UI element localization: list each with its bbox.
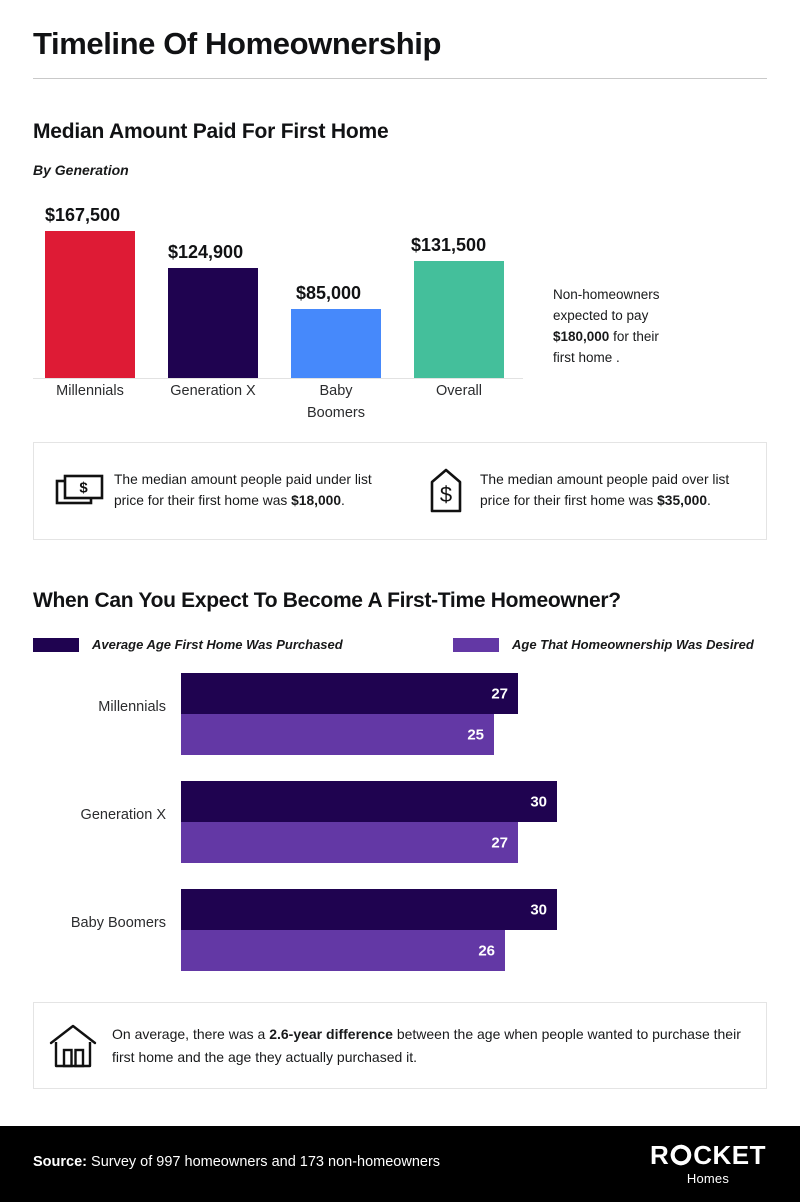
legend-swatch-desired bbox=[453, 637, 499, 652]
non-homeowners-note: Non-homeowners expected to pay $180,000 … bbox=[553, 285, 733, 369]
bar-baby-boomers bbox=[291, 309, 381, 378]
bar-value-millennials-purchased: 27 bbox=[491, 685, 508, 702]
note-line-2: expected to pay bbox=[553, 307, 649, 323]
svg-text:$: $ bbox=[440, 482, 452, 507]
legend-label-purchased: Average Age First Home Was Purchased bbox=[92, 637, 343, 652]
legend-item-purchased: Average Age First Home Was Purchased bbox=[33, 637, 343, 652]
bar-millennials bbox=[45, 231, 135, 378]
info-amount-2: $35,000 bbox=[657, 493, 707, 508]
section1-subtitle: By Generation bbox=[33, 162, 129, 178]
info-box-under-list-price-text: The median amount people paid under list… bbox=[108, 470, 386, 511]
bar-category-millennials-age: Millennials bbox=[98, 699, 166, 715]
bar-generation-x-desired: 27 bbox=[181, 822, 518, 863]
bar-category-baby-boomers-line1: Baby Boomers bbox=[306, 383, 366, 422]
bar-category-overall: Overall bbox=[436, 383, 482, 399]
source-line: Source: Survey of 997 homeowners and 173… bbox=[33, 1154, 440, 1170]
info-text-after-2: . bbox=[707, 493, 711, 508]
info-box-row: $ The median amount people paid under li… bbox=[33, 442, 767, 540]
bar-group-generation-x-age: Generation X 30 27 bbox=[0, 776, 800, 863]
bar-group-baby-boomers-age: Baby Boomers 30 26 bbox=[0, 884, 800, 971]
house-icon bbox=[34, 1021, 112, 1071]
info-box-over-list-price-text: The median amount people paid over list … bbox=[474, 470, 752, 511]
bar-millennials-desired: 25 bbox=[181, 714, 494, 755]
bar-generation-x-purchased: 30 bbox=[181, 781, 557, 822]
section1-title: Median Amount Paid For First Home bbox=[33, 120, 389, 143]
bar-value-baby-boomers-purchased: 30 bbox=[530, 901, 547, 918]
bottom-note-before: On average, there was a bbox=[112, 1026, 270, 1043]
footer-bar: Source: Survey of 997 homeowners and 173… bbox=[0, 1126, 800, 1202]
bar-generation-x bbox=[168, 268, 258, 378]
svg-text:$: $ bbox=[79, 480, 88, 497]
bar-category-millennials: Millennials bbox=[56, 383, 124, 399]
rocket-homes-logo-wordmark: R CKET bbox=[650, 1142, 766, 1168]
bar-overall bbox=[414, 261, 504, 378]
logo-letters-cket: CKET bbox=[693, 1140, 766, 1170]
bar-category-baby-boomers-age: Baby Boomers bbox=[70, 915, 166, 931]
rocket-o-icon bbox=[670, 1144, 692, 1166]
bar-category-baby-boomers: Baby Boomers bbox=[276, 380, 396, 425]
average-difference-note-box: On average, there was a 2.6-year differe… bbox=[33, 1002, 767, 1089]
note-line-4: first home . bbox=[553, 349, 620, 365]
note-line-3: for their bbox=[609, 328, 659, 344]
bar-value-generation-x-desired: 27 bbox=[491, 834, 508, 851]
bar-baby-boomers-purchased: 30 bbox=[181, 889, 557, 930]
bottom-note-highlight: 2.6-year difference bbox=[269, 1026, 393, 1043]
bar-value-label-overall: $131,500 bbox=[411, 235, 487, 255]
source-text: Survey of 997 homeowners and 173 non-hom… bbox=[87, 1154, 441, 1170]
bar-value-label-millennials: $167,500 bbox=[45, 205, 121, 225]
legend-item-desired: Age That Homeownership Was Desired bbox=[453, 637, 754, 652]
cash-icon: $ bbox=[52, 471, 108, 511]
source-label: Source: bbox=[33, 1154, 87, 1170]
bar-category-generation-x: Generation X bbox=[170, 383, 256, 399]
rocket-homes-logo: R CKET Homes bbox=[650, 1142, 766, 1186]
note-line-1: Non-homeowners bbox=[553, 287, 660, 302]
page-title: Timeline Of Homeownership bbox=[33, 26, 442, 61]
legend-swatch-purchased bbox=[33, 637, 79, 652]
chart-legend: Average Age First Home Was Purchased Age… bbox=[33, 637, 767, 657]
legend-label-desired: Age That Homeownership Was Desired bbox=[512, 637, 754, 652]
bar-category-generation-x-age: Generation X bbox=[80, 807, 166, 823]
info-box-under-list-price: $ The median amount people paid under li… bbox=[34, 443, 400, 539]
title-divider bbox=[33, 78, 767, 79]
bar-baby-boomers-desired: 26 bbox=[181, 930, 505, 971]
bar-group-millennials-age: Millennials 27 25 bbox=[0, 668, 800, 755]
rocket-homes-logo-subtext: Homes bbox=[686, 1171, 730, 1186]
bar-value-generation-x-purchased: 30 bbox=[530, 793, 547, 810]
bar-value-millennials-desired: 25 bbox=[467, 726, 484, 743]
info-box-over-list-price: $ The median amount people paid over lis… bbox=[400, 443, 766, 539]
bar-millennials-purchased: 27 bbox=[181, 673, 518, 714]
note-amount: $180,000 bbox=[553, 328, 610, 344]
price-tag-icon: $ bbox=[418, 468, 474, 514]
info-text-after-1: . bbox=[341, 493, 345, 508]
median-amount-bar-chart: $167,500 Millennials $124,900 Generation… bbox=[33, 196, 533, 431]
bar-value-label-generation-x: $124,900 bbox=[168, 242, 244, 262]
section2-title: When Can You Expect To Become A First-Ti… bbox=[33, 589, 621, 612]
bar-value-baby-boomers-desired: 26 bbox=[478, 942, 495, 959]
info-amount-1: $18,000 bbox=[291, 493, 341, 508]
chart-baseline bbox=[33, 378, 523, 379]
age-horizontal-bar-chart: Millennials 27 25 Generation X 30 27 Bab… bbox=[0, 668, 800, 978]
logo-letter-r: R bbox=[649, 1140, 670, 1170]
average-difference-note-text: On average, there was a 2.6-year differe… bbox=[112, 1023, 766, 1068]
